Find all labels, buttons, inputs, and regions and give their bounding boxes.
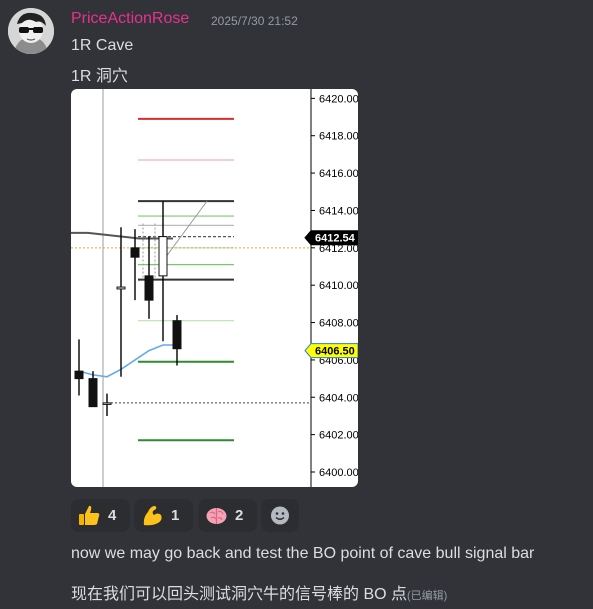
reply-chinese: 现在我们可以回头测试洞穴牛的信号棒的 BO 点(已编辑) [71, 580, 447, 604]
y-tick-label: 6414.00 [319, 205, 358, 217]
smiley-add-icon [271, 506, 289, 525]
candle-body [172, 320, 182, 350]
message-line-2: 1R 洞穴 [71, 68, 128, 85]
add-reaction-button[interactable] [261, 499, 299, 532]
price-marker-label: 6412.54 [315, 233, 356, 245]
candle-body [74, 370, 84, 380]
reaction-brain[interactable]: 2 [198, 499, 257, 532]
candle-body [88, 378, 98, 408]
reaction-count: 2 [235, 507, 244, 524]
avatar-face-icon [8, 8, 54, 54]
reaction-count: 1 [171, 507, 180, 524]
y-tick-label: 6408.00 [319, 318, 358, 330]
message-timestamp: 2025/7/30 21:52 [211, 14, 298, 28]
projection-trend-line [162, 200, 208, 262]
reaction-flexed-biceps[interactable]: 1 [134, 499, 193, 532]
candle-body [158, 236, 168, 277]
candle-body [144, 275, 154, 301]
reply-chinese-text: 现在我们可以回头测试洞穴牛的信号棒的 BO 点 [71, 586, 408, 603]
y-tick-label: 6410.00 [319, 280, 358, 292]
brain-icon [206, 508, 227, 524]
chart-attachment-image[interactable]: 6420.00 6418.00 6416.00 6414.00 6412.00 6410.… [71, 89, 358, 487]
y-tick-label: 6420.00 [319, 93, 358, 105]
moving-average-gray [71, 231, 173, 240]
y-tick-label: 6400.00 [319, 467, 358, 479]
message-line-1: 1R Cave [71, 37, 134, 54]
candle-body [130, 247, 140, 258]
reaction-count: 4 [108, 507, 117, 524]
price-marker-label: 6406.50 [315, 346, 355, 358]
reply-english: now we may go back and test the BO point… [71, 545, 535, 562]
y-tick-label: 6418.00 [319, 131, 358, 143]
username[interactable]: PriceActionRose [71, 10, 189, 28]
reaction-thumbs-up[interactable]: 4 [71, 499, 130, 532]
y-tick-label: 6416.00 [319, 168, 358, 180]
y-tick-label: 6402.00 [319, 430, 358, 442]
y-tick-label: 6404.00 [319, 392, 358, 404]
flexed-biceps-icon [143, 506, 162, 526]
candle-body [102, 402, 112, 405]
edited-label: (已编辑) [407, 590, 448, 602]
user-avatar[interactable] [8, 8, 54, 54]
candle-body [116, 286, 126, 290]
candlestick-chart: 6420.006418.006416.006414.006412.006410.… [71, 89, 358, 487]
thumbs-up-icon [79, 505, 100, 525]
